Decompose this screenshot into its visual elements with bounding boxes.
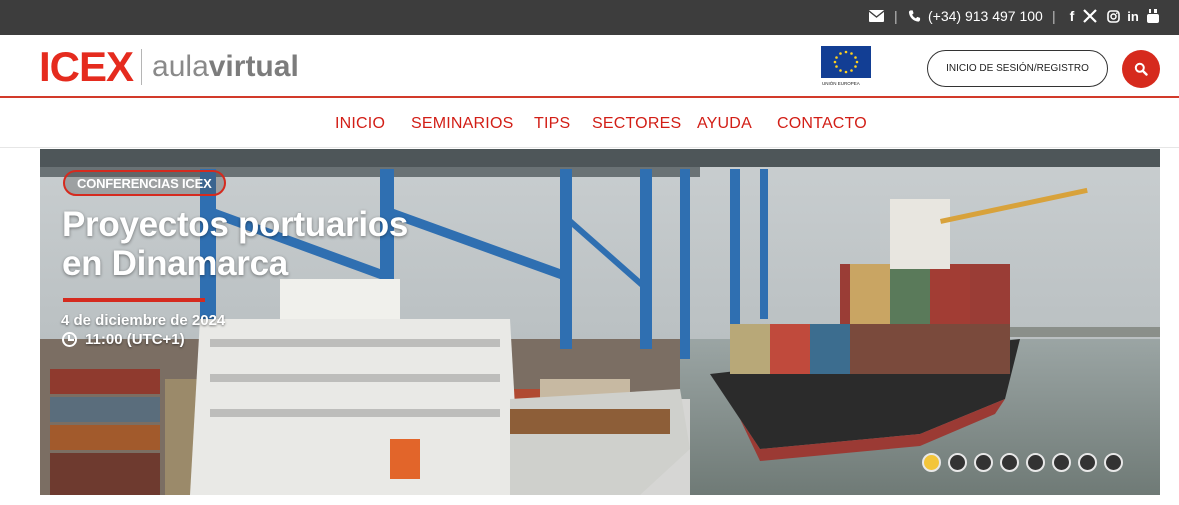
top-utility-bar: | (+34) 913 497 100 | f in	[0, 0, 1179, 35]
nav-item-contacto[interactable]: CONTACTO	[777, 115, 867, 133]
eu-label: UNIÓN EUROPEA	[822, 80, 860, 86]
slider-dot-1[interactable]	[922, 453, 941, 472]
hero-slider[interactable]: CONFERENCIAS ICEX Proyectos portuarios e…	[40, 149, 1160, 495]
hero-title[interactable]: Proyectos portuarios en Dinamarca	[62, 205, 582, 283]
phone-icon	[908, 10, 921, 22]
hero-title-line-2: en Dinamarca	[62, 244, 288, 283]
eu-flag-logo: UNIÓN EUROPEA	[821, 46, 871, 86]
linkedin-icon[interactable]: in	[1125, 7, 1141, 25]
slider-dot-6[interactable]	[1052, 453, 1071, 472]
hero-title-line-1: Proyectos portuarios	[62, 205, 409, 244]
icex-logo-text: ICEX	[39, 43, 134, 90]
logo-divider	[141, 49, 143, 85]
nav-item-inicio[interactable]: INICIO	[335, 115, 385, 133]
x-icon[interactable]	[1082, 7, 1098, 25]
event-time-row: 11:00 (UTC+1)	[62, 331, 185, 348]
event-category-badge: CONFERENCIAS ICEX	[63, 170, 226, 196]
slider-dot-2[interactable]	[948, 453, 967, 472]
topbar-separator: |	[894, 8, 898, 24]
slider-dot-8[interactable]	[1104, 453, 1123, 472]
event-time: 11:00 (UTC+1)	[85, 331, 185, 348]
mail-icon[interactable]	[869, 10, 884, 22]
nav-item-ayuda[interactable]: AYUDA	[697, 115, 752, 133]
phone-number[interactable]: (+34) 913 497 100	[928, 8, 1043, 24]
instagram-icon[interactable]	[1105, 7, 1121, 25]
slider-pagination	[922, 453, 1123, 472]
clock-icon	[62, 332, 77, 347]
slider-dot-4[interactable]	[1000, 453, 1019, 472]
logo-virtual: virtual	[208, 50, 299, 83]
logo-aula: aula	[152, 50, 209, 83]
search-button[interactable]	[1122, 50, 1160, 88]
slider-dot-5[interactable]	[1026, 453, 1045, 472]
event-date: 4 de diciembre de 2024	[61, 312, 226, 329]
title-underline	[63, 298, 205, 302]
slider-dot-3[interactable]	[974, 453, 993, 472]
youtube-icon[interactable]	[1145, 7, 1161, 25]
site-header: ICEX aulavirtual UNIÓN EUROPEA INICIO DE…	[0, 35, 1179, 97]
topbar-separator: |	[1052, 8, 1056, 24]
main-nav: INICIO SEMINARIOS TIPS SECTORES AYUDA CO…	[0, 98, 1179, 148]
nav-item-sectores[interactable]: SECTORES	[592, 115, 681, 133]
login-register-button[interactable]: INICIO DE SESIÓN/REGISTRO	[927, 50, 1108, 87]
aula-virtual-text: aulavirtual	[152, 47, 299, 87]
slider-dot-7[interactable]	[1078, 453, 1097, 472]
search-icon	[1134, 62, 1148, 76]
icex-aula-virtual-logo[interactable]: ICEX aulavirtual	[39, 43, 299, 90]
facebook-icon[interactable]: f	[1064, 7, 1080, 25]
nav-item-seminarios[interactable]: SEMINARIOS	[411, 115, 513, 133]
nav-item-tips[interactable]: TIPS	[534, 115, 570, 133]
